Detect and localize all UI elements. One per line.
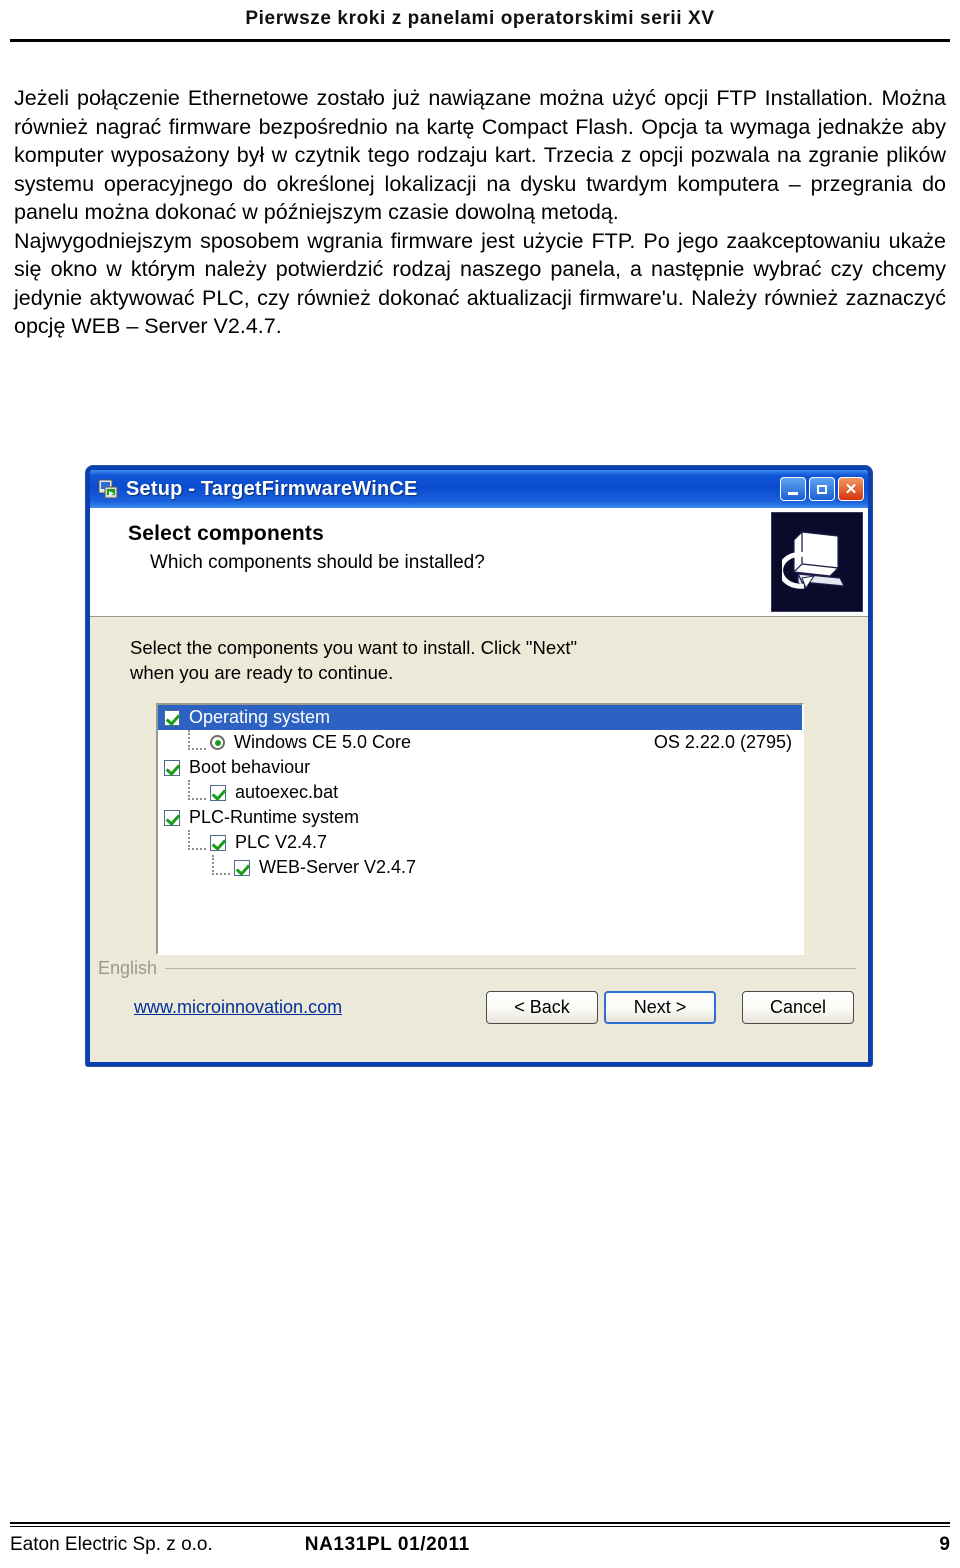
next-button[interactable]: Next > bbox=[604, 991, 716, 1024]
radio-icon[interactable] bbox=[210, 735, 225, 750]
tree-row[interactable]: Operating system bbox=[158, 705, 802, 730]
page-header: Pierwsze kroki z panelami operatorskimi … bbox=[0, 0, 960, 42]
instruction-line-1: Select the components you want to instal… bbox=[130, 637, 578, 658]
tree-item-label: Boot behaviour bbox=[189, 757, 311, 777]
tree-item-label: Operating system bbox=[189, 707, 331, 727]
maximize-button[interactable] bbox=[809, 477, 835, 501]
dialog-header-band: Select components Which components shoul… bbox=[90, 508, 868, 617]
footer-row: Eaton Electric Sp. z o.o. NA131PL 01/201… bbox=[10, 1527, 950, 1556]
install-computer-icon bbox=[771, 512, 863, 612]
dialog-titlebar[interactable]: Setup - TargetFirmwareWinCE ✕ bbox=[90, 470, 868, 508]
tree-row[interactable]: Windows CE 5.0 Core OS 2.22.0 (2795) bbox=[158, 729, 802, 755]
paragraph-1: Jeżeli połączenie Ethernetowe zostało ju… bbox=[14, 86, 946, 224]
checkbox-icon[interactable] bbox=[234, 859, 250, 876]
dialog-title: Setup - TargetFirmwareWinCE bbox=[126, 477, 418, 500]
instruction-line-2: when you are ready to continue. bbox=[130, 662, 394, 683]
tree-item-label: autoexec.bat bbox=[235, 782, 339, 802]
footer-company: Eaton Electric Sp. z o.o. bbox=[10, 1534, 213, 1555]
tree-row[interactable]: autoexec.bat bbox=[158, 779, 802, 805]
tree-item-label: PLC V2.4.7 bbox=[235, 832, 328, 852]
checkbox-icon[interactable] bbox=[210, 784, 226, 801]
checkbox-icon[interactable] bbox=[164, 809, 180, 826]
tree-row[interactable]: PLC-Runtime system bbox=[158, 805, 802, 830]
tree-branch-icon bbox=[212, 854, 230, 875]
dialog-header-text: Select components Which components shoul… bbox=[90, 508, 771, 616]
tree-branch-icon bbox=[188, 829, 206, 850]
navigation-buttons: < Back Next > Cancel bbox=[486, 991, 854, 1024]
tree-branch-icon bbox=[188, 779, 206, 800]
maximize-icon bbox=[817, 484, 827, 494]
language-row: English bbox=[98, 955, 856, 981]
component-tree[interactable]: Operating system Windows CE 5.0 Core OS … bbox=[156, 703, 804, 955]
tree-row[interactable]: Boot behaviour bbox=[158, 755, 802, 780]
dialog-subheading: Which components should be installed? bbox=[150, 552, 485, 573]
tree-item-label: WEB-Server V2.4.7 bbox=[259, 857, 417, 877]
tree-row[interactable]: PLC V2.4.7 bbox=[158, 829, 802, 855]
window-controls: ✕ bbox=[780, 477, 864, 501]
language-divider bbox=[165, 967, 856, 969]
website-link[interactable]: www.microinnovation.com bbox=[134, 997, 342, 1018]
language-label: English bbox=[98, 957, 158, 978]
instruction-text: Select the components you want to instal… bbox=[130, 635, 868, 685]
tree-branch-icon bbox=[188, 729, 206, 750]
close-icon: ✕ bbox=[844, 480, 858, 498]
page-footer: Eaton Electric Sp. z o.o. NA131PL 01/201… bbox=[0, 1522, 960, 1556]
tree-item-version: OS 2.22.0 (2795) bbox=[653, 732, 792, 752]
document-body: Jeżeli połączenie Ethernetowe zostało ju… bbox=[14, 84, 946, 341]
dialog-content: Select the components you want to instal… bbox=[90, 617, 868, 1062]
setup-dialog-screenshot: Setup - TargetFirmwareWinCE ✕ Select com… bbox=[86, 466, 872, 1066]
tree-item-label: Windows CE 5.0 Core bbox=[234, 732, 412, 752]
dialog-heading: Select components bbox=[128, 522, 324, 545]
checkbox-icon[interactable] bbox=[164, 759, 180, 776]
minimize-button[interactable] bbox=[780, 477, 806, 501]
footer-document-code: NA131PL 01/2011 bbox=[304, 1534, 470, 1555]
close-button[interactable]: ✕ bbox=[838, 477, 864, 501]
setup-monitor-icon bbox=[97, 478, 119, 500]
tree-item-label: PLC-Runtime system bbox=[189, 807, 360, 827]
minimize-icon bbox=[788, 491, 798, 495]
dialog-footer: English www.microinnovation.com < Back N… bbox=[90, 955, 868, 1024]
tree-row[interactable]: WEB-Server V2.4.7 bbox=[158, 854, 802, 880]
back-button[interactable]: < Back bbox=[486, 991, 598, 1024]
paragraph-2: Najwygodniejszym sposobem wgrania firmwa… bbox=[14, 228, 946, 339]
footer-page-number: 9 bbox=[939, 1534, 950, 1555]
page-header-divider bbox=[10, 39, 950, 42]
setup-dialog-window: Setup - TargetFirmwareWinCE ✕ Select com… bbox=[86, 466, 872, 1066]
checkbox-icon[interactable] bbox=[164, 709, 180, 726]
cancel-button[interactable]: Cancel bbox=[742, 991, 854, 1024]
checkbox-icon[interactable] bbox=[210, 834, 226, 851]
page-header-title: Pierwsze kroki z panelami operatorskimi … bbox=[245, 8, 715, 29]
footer-divider-top bbox=[10, 1522, 950, 1524]
dialog-button-row: www.microinnovation.com < Back Next > Ca… bbox=[90, 981, 868, 1024]
